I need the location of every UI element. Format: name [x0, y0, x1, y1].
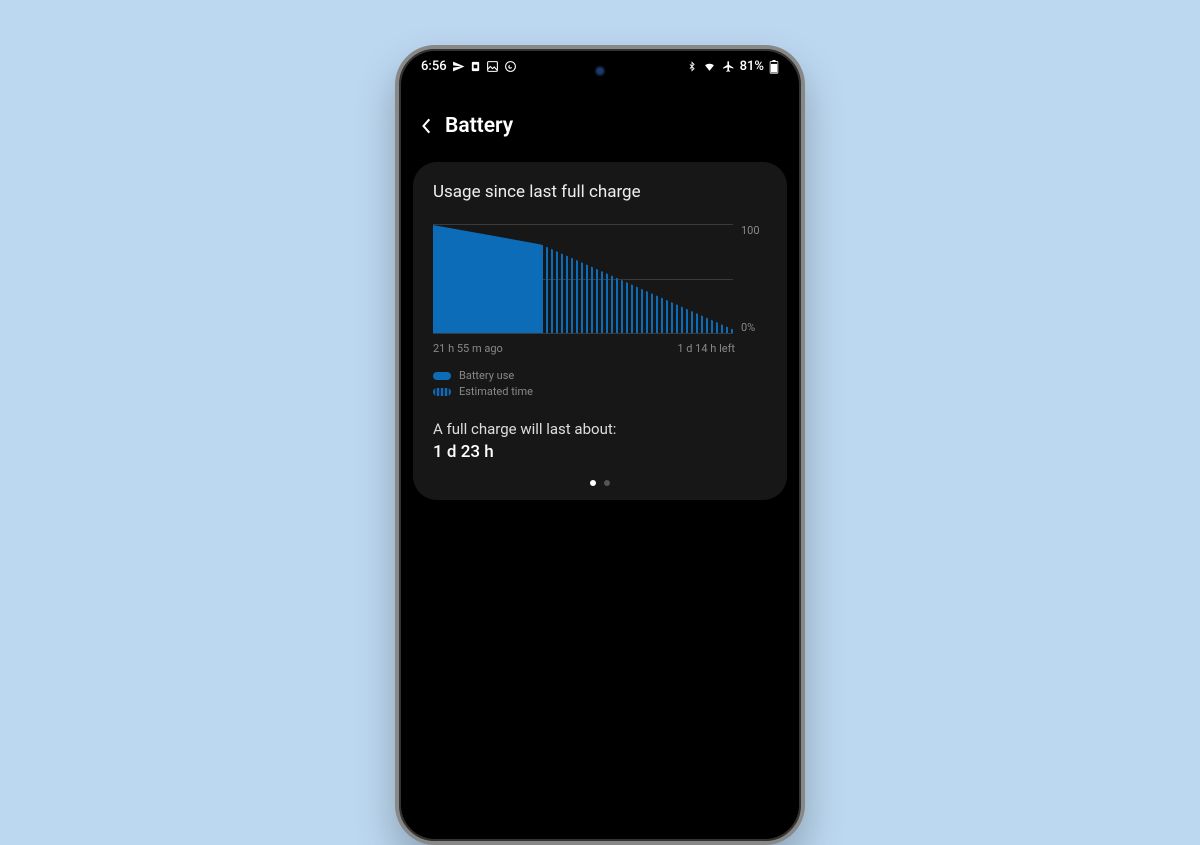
legend-swatch-est [433, 388, 451, 396]
estimated-area [541, 244, 733, 333]
chart-legend: Battery use Estimated time [433, 369, 767, 398]
y-min: 0% [741, 321, 767, 334]
y-axis: 100 0% [741, 224, 767, 334]
battery-use-area [433, 225, 541, 333]
send-icon [452, 60, 465, 73]
battery-percent: 81% [740, 59, 764, 74]
bluetooth-icon [687, 60, 697, 73]
legend-label-use: Battery use [459, 369, 514, 382]
y-max: 100 [741, 224, 767, 237]
back-icon[interactable] [421, 117, 431, 135]
pager-dot-0[interactable] [590, 480, 596, 486]
estimate-label: A full charge will last about: [433, 420, 767, 438]
phone-frame: 6:56 81% Battery Usage since last full c… [395, 45, 805, 845]
page-title: Battery [445, 114, 513, 138]
usage-card: Usage since last full charge 100 0% 21 h… [413, 162, 787, 500]
battery-chart[interactable]: 100 0% [433, 224, 767, 334]
airplane-icon [722, 60, 735, 73]
whatsapp-icon [504, 60, 517, 73]
x-axis: 21 h 55 m ago 1 d 14 h left [433, 342, 767, 355]
wifi-icon [702, 60, 717, 73]
title-bar: Battery [399, 78, 801, 162]
clock: 6:56 [421, 59, 447, 74]
pager-dot-1[interactable] [604, 480, 610, 486]
legend-swatch-use [433, 372, 451, 380]
image-icon [486, 60, 499, 73]
x-end: 1 d 14 h left [677, 342, 735, 355]
x-start: 21 h 55 m ago [433, 342, 503, 355]
battery-icon [769, 60, 779, 74]
section-title: Usage since last full charge [433, 182, 767, 202]
sim-icon [470, 60, 481, 73]
legend-label-est: Estimated time [459, 385, 533, 398]
front-camera [594, 65, 606, 77]
pager-dots[interactable] [433, 480, 767, 486]
estimate-value: 1 d 23 h [433, 442, 767, 462]
